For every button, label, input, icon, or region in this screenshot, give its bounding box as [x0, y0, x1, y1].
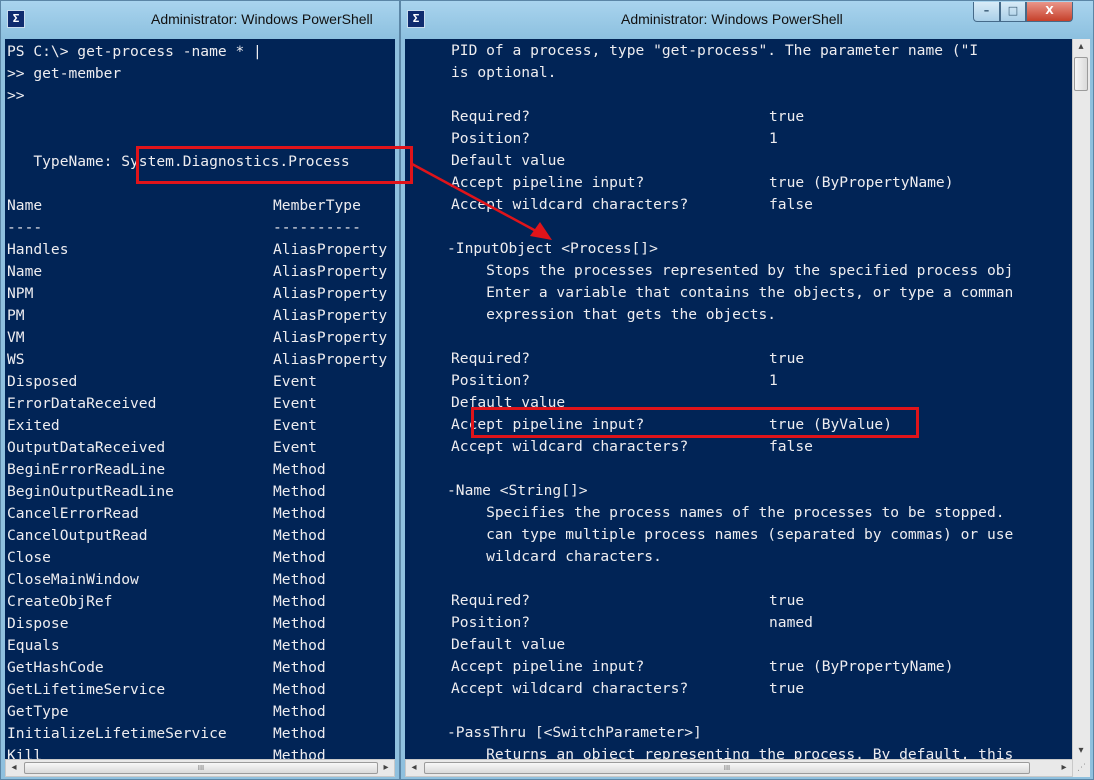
arrow-line — [411, 162, 537, 233]
callout-arrow — [411, 162, 552, 240]
arrow-head-icon — [530, 222, 552, 240]
